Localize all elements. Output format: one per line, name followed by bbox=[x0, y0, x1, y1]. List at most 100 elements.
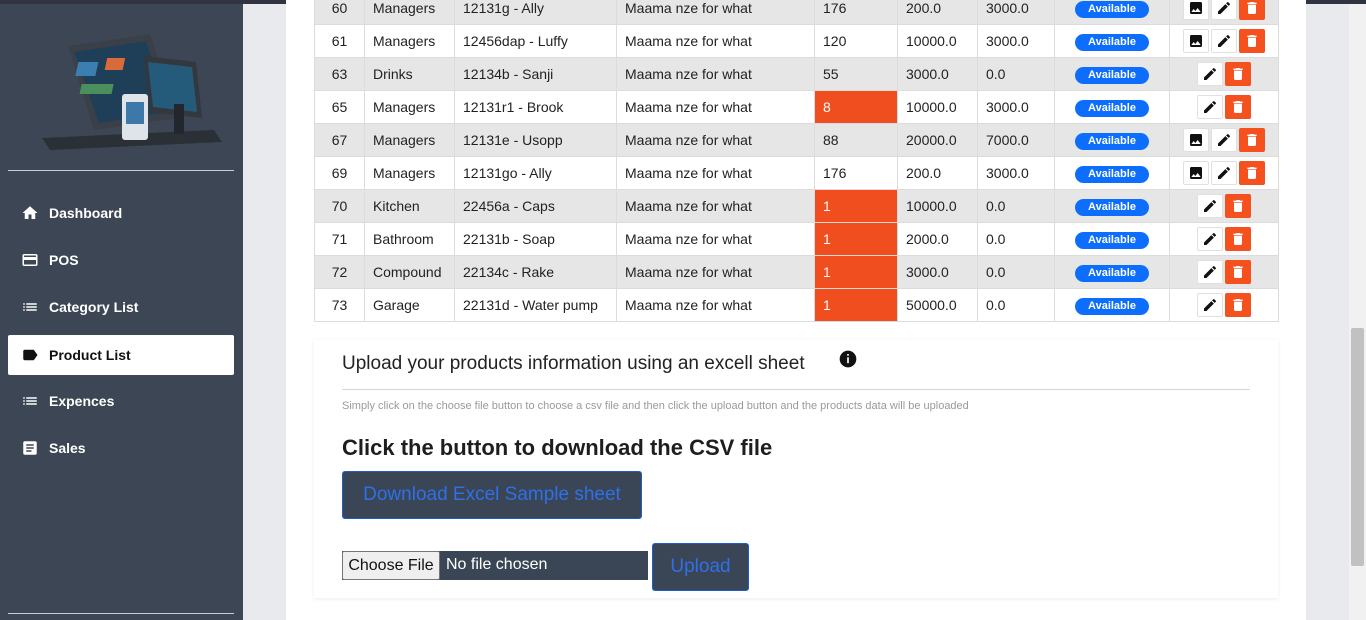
edit-icon[interactable] bbox=[1211, 29, 1237, 53]
description-cell: Maama nze for what bbox=[616, 222, 815, 256]
actions-cell bbox=[1169, 189, 1279, 223]
cost-cell: 3000.0 bbox=[977, 156, 1055, 190]
cost-cell: 3000.0 bbox=[977, 0, 1055, 25]
quantity-cell: 1 bbox=[814, 255, 898, 289]
id-cell: 65 bbox=[314, 90, 365, 124]
product-name-cell: 22131d - Water pump bbox=[454, 288, 617, 322]
description-cell: Maama nze for what bbox=[616, 156, 815, 190]
product-name-cell: 22131b - Soap bbox=[454, 222, 617, 256]
sidebar-item-dashboard[interactable]: Dashboard bbox=[8, 193, 234, 233]
product-name-cell: 22456a - Caps bbox=[454, 189, 617, 223]
delete-icon[interactable] bbox=[1225, 95, 1251, 119]
actions-cell bbox=[1169, 0, 1279, 25]
category-cell: Garage bbox=[364, 288, 455, 322]
sidebar-item-label: Category List bbox=[49, 299, 139, 315]
actions-cell bbox=[1169, 90, 1279, 124]
delete-icon[interactable] bbox=[1239, 128, 1265, 152]
quantity-cell: 55 bbox=[814, 57, 898, 91]
product-table: 60 Managers 12131g - Ally Maama nze for wha… bbox=[314, 0, 1279, 322]
description-cell: Maama nze for what bbox=[616, 57, 815, 91]
category-cell: Managers bbox=[364, 123, 455, 157]
pos-logo bbox=[42, 34, 222, 150]
edit-icon[interactable] bbox=[1211, 128, 1237, 152]
image-icon[interactable] bbox=[1183, 161, 1209, 185]
upload-hint: Simply click on the choose file button t… bbox=[342, 400, 969, 412]
sidebar: Dashboard POS Category List Product List… bbox=[0, 4, 243, 620]
status-cell: Available bbox=[1054, 123, 1170, 157]
cost-cell: 0.0 bbox=[977, 255, 1055, 289]
id-cell: 70 bbox=[314, 189, 365, 223]
scrollbar-thumb[interactable] bbox=[1351, 328, 1364, 566]
actions-cell bbox=[1169, 222, 1279, 256]
id-cell: 72 bbox=[314, 255, 365, 289]
image-icon[interactable] bbox=[1183, 0, 1209, 20]
edit-icon[interactable] bbox=[1197, 227, 1223, 251]
id-cell: 71 bbox=[314, 222, 365, 256]
edit-icon[interactable] bbox=[1197, 62, 1223, 86]
id-cell: 73 bbox=[314, 288, 365, 322]
sidebar-divider bbox=[8, 613, 234, 614]
table-row: 69 Managers 12131go - Ally Maama nze for wh… bbox=[314, 156, 1279, 190]
id-cell: 60 bbox=[314, 0, 365, 25]
cost-cell: 0.0 bbox=[977, 288, 1055, 322]
choose-file-button[interactable]: Choose File bbox=[342, 551, 440, 580]
price-cell: 200.0 bbox=[897, 156, 978, 190]
home-icon bbox=[21, 204, 39, 222]
sidebar-item-product-list[interactable]: Product List bbox=[8, 335, 234, 375]
edit-icon[interactable] bbox=[1211, 0, 1237, 20]
delete-icon[interactable] bbox=[1225, 260, 1251, 284]
table-row: 72 Compound 22134c - Rake Maama nze for wha… bbox=[314, 255, 1279, 289]
cost-cell: 0.0 bbox=[977, 222, 1055, 256]
card-icon bbox=[21, 251, 39, 269]
price-cell: 3000.0 bbox=[897, 255, 978, 289]
price-cell: 200.0 bbox=[897, 0, 978, 25]
delete-icon[interactable] bbox=[1225, 227, 1251, 251]
sidebar-item-sales[interactable]: Sales bbox=[8, 428, 234, 468]
edit-icon[interactable] bbox=[1211, 161, 1237, 185]
download-sample-button[interactable]: Download Excel Sample sheet bbox=[342, 471, 642, 519]
status-badge: Available bbox=[1075, 231, 1149, 249]
delete-icon[interactable] bbox=[1239, 161, 1265, 185]
status-badge: Available bbox=[1075, 132, 1149, 150]
id-cell: 61 bbox=[314, 24, 365, 58]
edit-icon[interactable] bbox=[1197, 293, 1223, 317]
table-row: 71 Bathroom 22131b - Soap Maama nze for wha… bbox=[314, 222, 1279, 256]
category-cell: Drinks bbox=[364, 57, 455, 91]
status-badge: Available bbox=[1075, 165, 1149, 183]
upload-card: Upload your products information using a… bbox=[314, 340, 1278, 598]
category-cell: Managers bbox=[364, 0, 455, 25]
image-icon[interactable] bbox=[1183, 128, 1209, 152]
delete-icon[interactable] bbox=[1239, 29, 1265, 53]
status-cell: Available bbox=[1054, 57, 1170, 91]
delete-icon[interactable] bbox=[1225, 293, 1251, 317]
actions-cell bbox=[1169, 24, 1279, 58]
image-icon[interactable] bbox=[1183, 29, 1209, 53]
product-name-cell: 12131g - Ally bbox=[454, 0, 617, 25]
category-cell: Kitchen bbox=[364, 189, 455, 223]
sidebar-item-category-list[interactable]: Category List bbox=[8, 287, 234, 327]
sidebar-item-pos[interactable]: POS bbox=[8, 240, 234, 280]
delete-icon[interactable] bbox=[1239, 0, 1265, 20]
id-cell: 67 bbox=[314, 123, 365, 157]
list-icon bbox=[21, 392, 39, 410]
sidebar-item-label: Sales bbox=[49, 440, 86, 456]
sidebar-item-expences[interactable]: Expences bbox=[8, 381, 234, 421]
delete-icon[interactable] bbox=[1225, 62, 1251, 86]
quantity-cell: 176 bbox=[814, 0, 898, 25]
edit-icon[interactable] bbox=[1197, 194, 1223, 218]
category-cell: Bathroom bbox=[364, 222, 455, 256]
price-cell: 10000.0 bbox=[897, 189, 978, 223]
file-status: No file chosen bbox=[446, 556, 548, 573]
sidebar-item-label: Product List bbox=[49, 347, 131, 363]
file-input[interactable]: Choose File No file chosen bbox=[342, 551, 648, 580]
quantity-cell: 1 bbox=[814, 222, 898, 256]
upload-button[interactable]: Upload bbox=[652, 543, 749, 591]
delete-icon[interactable] bbox=[1225, 194, 1251, 218]
info-icon[interactable] bbox=[838, 349, 858, 369]
edit-icon[interactable] bbox=[1197, 95, 1223, 119]
description-cell: Maama nze for what bbox=[616, 123, 815, 157]
edit-icon[interactable] bbox=[1197, 260, 1223, 284]
sidebar-item-label: Expences bbox=[49, 393, 115, 409]
status-cell: Available bbox=[1054, 156, 1170, 190]
table-row: 63 Drinks 12134b - Sanji Maama nze for what… bbox=[314, 57, 1279, 91]
